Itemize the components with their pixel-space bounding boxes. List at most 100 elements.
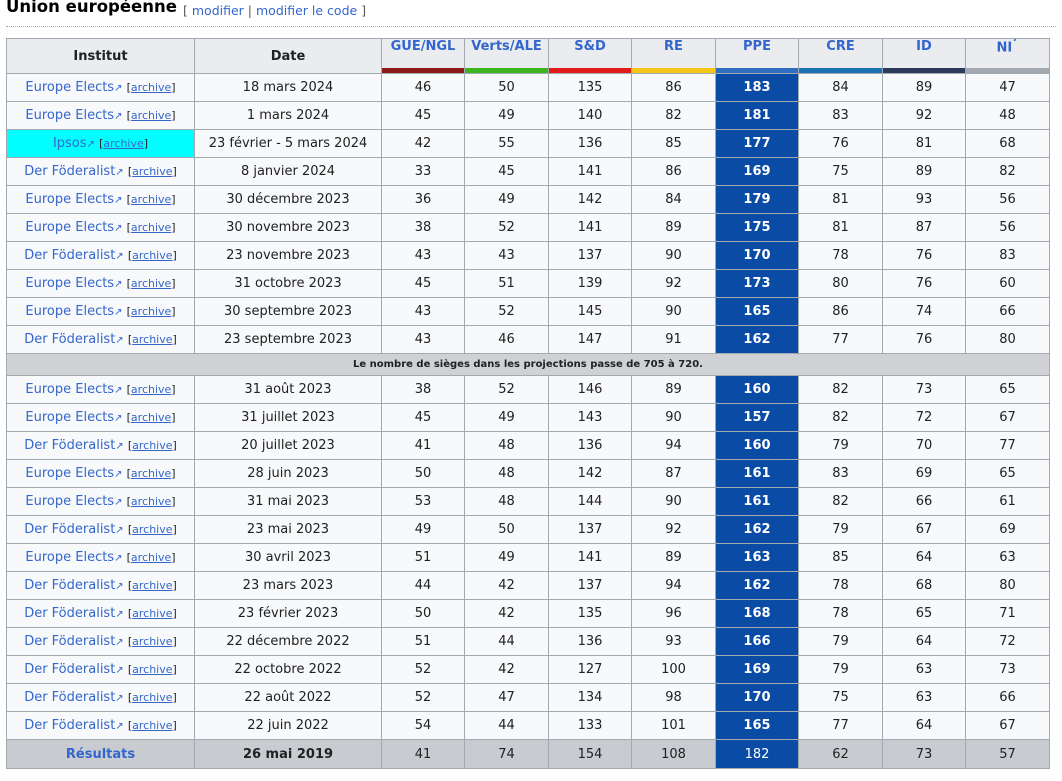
seat-value-cell: 84 bbox=[798, 73, 883, 102]
archive-link[interactable]: archive bbox=[132, 333, 172, 346]
party-label-link[interactable]: RE bbox=[664, 40, 683, 55]
institut-cell: Europe Elects↗ [archive] bbox=[6, 403, 195, 432]
edit-link[interactable]: modifier bbox=[192, 3, 244, 18]
source-link[interactable]: Europe Elects bbox=[25, 276, 114, 291]
archive-link[interactable]: archive bbox=[131, 193, 171, 206]
seat-value-cell: 169 bbox=[715, 157, 799, 186]
edit-code-link[interactable]: modifier le code bbox=[256, 3, 357, 18]
archive-link[interactable]: archive bbox=[131, 221, 171, 234]
party-label-link[interactable]: NI bbox=[997, 40, 1013, 55]
source-link[interactable]: Der Föderalist bbox=[24, 164, 115, 179]
party-label-link[interactable]: S&D bbox=[574, 40, 606, 55]
header-party-0: GUE/NGL bbox=[381, 38, 465, 74]
party-label-link[interactable]: CRE bbox=[826, 40, 854, 55]
date-cell: 23 février - 5 mars 2024 bbox=[194, 129, 382, 158]
source-link[interactable]: Der Föderalist bbox=[24, 522, 115, 537]
archive-link[interactable]: archive bbox=[132, 165, 172, 178]
seat-value-cell: 75 bbox=[798, 157, 883, 186]
results-value-cell: 74 bbox=[464, 739, 549, 769]
external-link-icon: ↗ bbox=[115, 581, 124, 592]
source-link[interactable]: Europe Elects bbox=[25, 410, 114, 425]
archive-link[interactable]: archive bbox=[132, 635, 172, 648]
source-link[interactable]: Europe Elects bbox=[25, 382, 114, 397]
archive-link[interactable]: archive bbox=[131, 109, 171, 122]
institut-cell: Der Föderalist↗ [archive] bbox=[6, 241, 195, 270]
seat-value-cell: 165 bbox=[715, 297, 799, 326]
external-link-icon: ↗ bbox=[114, 83, 123, 94]
archive-bracket: ] bbox=[171, 109, 176, 122]
seat-value-cell: 92 bbox=[882, 101, 966, 130]
source-link[interactable]: Ipsos bbox=[53, 136, 87, 151]
seat-value-cell: 66 bbox=[882, 487, 966, 516]
party-label-link[interactable]: ID bbox=[916, 40, 932, 55]
archive-link[interactable]: archive bbox=[131, 495, 171, 508]
institut-cell: Der Föderalist↗ [archive] bbox=[6, 711, 195, 740]
archive-link[interactable]: archive bbox=[132, 691, 172, 704]
source-link[interactable]: Der Föderalist bbox=[24, 248, 115, 263]
seat-value-cell: 94 bbox=[631, 431, 716, 460]
seat-value-cell: 52 bbox=[381, 683, 465, 712]
seat-value-cell: 49 bbox=[464, 101, 549, 130]
archive-link[interactable]: archive bbox=[132, 719, 172, 732]
table-body: Europe Elects↗ [archive] 18 mars 2024 46 50… bbox=[6, 73, 1050, 769]
seat-value-cell: 67 bbox=[965, 403, 1050, 432]
source-link[interactable]: Europe Elects bbox=[25, 192, 114, 207]
seat-value-cell: 44 bbox=[464, 711, 549, 740]
seat-value-cell: 79 bbox=[798, 515, 883, 544]
bracket-close: ] bbox=[361, 3, 367, 18]
seat-value-cell: 181 bbox=[715, 101, 799, 130]
seat-value-cell: 55 bbox=[464, 129, 549, 158]
seat-value-cell: 48 bbox=[464, 431, 549, 460]
source-link[interactable]: Europe Elects bbox=[25, 80, 114, 95]
archive-link[interactable]: archive bbox=[131, 277, 171, 290]
archive-link[interactable]: archive bbox=[131, 383, 171, 396]
seat-value-cell: 141 bbox=[548, 157, 632, 186]
source-link[interactable]: Der Föderalist bbox=[24, 634, 115, 649]
results-link[interactable]: Résultats bbox=[66, 747, 135, 762]
seat-value-cell: 50 bbox=[464, 515, 549, 544]
archive-bracket: ] bbox=[172, 333, 177, 346]
archive-link[interactable]: archive bbox=[132, 663, 172, 676]
archive-link[interactable]: archive bbox=[131, 551, 171, 564]
source-link[interactable]: Der Föderalist bbox=[24, 662, 115, 677]
archive-link[interactable]: archive bbox=[132, 579, 172, 592]
institut-cell: Europe Elects↗ [archive] bbox=[6, 185, 195, 214]
source-link[interactable]: Der Föderalist bbox=[24, 718, 115, 733]
archive-link[interactable]: archive bbox=[131, 411, 171, 424]
source-link[interactable]: Europe Elects bbox=[25, 494, 114, 509]
source-link[interactable]: Der Föderalist bbox=[24, 606, 115, 621]
footnote-ref[interactable]: 7 bbox=[1012, 40, 1018, 45]
party-label-link[interactable]: GUE/NGL bbox=[391, 40, 456, 55]
source-link[interactable]: Der Föderalist bbox=[24, 578, 115, 593]
table-row: Europe Elects↗ [archive] 30 décembre 2023… bbox=[6, 185, 1050, 214]
seat-value-cell: 56 bbox=[965, 213, 1050, 242]
party-label-link[interactable]: Verts/ALE bbox=[471, 40, 542, 55]
source-link[interactable]: Europe Elects bbox=[25, 550, 114, 565]
archive-link[interactable]: archive bbox=[132, 607, 172, 620]
archive-link[interactable]: archive bbox=[132, 439, 172, 452]
source-link[interactable]: Europe Elects bbox=[25, 304, 114, 319]
archive-link[interactable]: archive bbox=[132, 523, 172, 536]
party-label-link[interactable]: PPE bbox=[743, 40, 771, 55]
source-link[interactable]: Der Föderalist bbox=[24, 438, 115, 453]
archive-link[interactable]: archive bbox=[131, 305, 171, 318]
source-link[interactable]: Der Föderalist bbox=[24, 332, 115, 347]
source-link[interactable]: Europe Elects bbox=[25, 108, 114, 123]
seat-value-cell: 89 bbox=[631, 213, 716, 242]
archive-link[interactable]: archive bbox=[103, 137, 143, 150]
external-link-icon: ↗ bbox=[115, 609, 124, 620]
source-link[interactable]: Europe Elects bbox=[25, 220, 114, 235]
archive-link[interactable]: archive bbox=[131, 81, 171, 94]
source-link[interactable]: Der Föderalist bbox=[24, 690, 115, 705]
external-link-icon: ↗ bbox=[114, 385, 123, 396]
archive-link[interactable]: archive bbox=[131, 467, 171, 480]
seat-value-cell: 136 bbox=[548, 129, 632, 158]
date-cell: 23 novembre 2023 bbox=[194, 241, 382, 270]
archive-link[interactable]: archive bbox=[132, 249, 172, 262]
table-row: Der Föderalist↗ [archive] 23 septembre 20… bbox=[6, 325, 1050, 354]
source-link[interactable]: Europe Elects bbox=[25, 466, 114, 481]
seat-value-cell: 72 bbox=[965, 627, 1050, 656]
seat-value-cell: 61 bbox=[965, 487, 1050, 516]
seat-value-cell: 163 bbox=[715, 543, 799, 572]
seat-value-cell: 52 bbox=[464, 213, 549, 242]
